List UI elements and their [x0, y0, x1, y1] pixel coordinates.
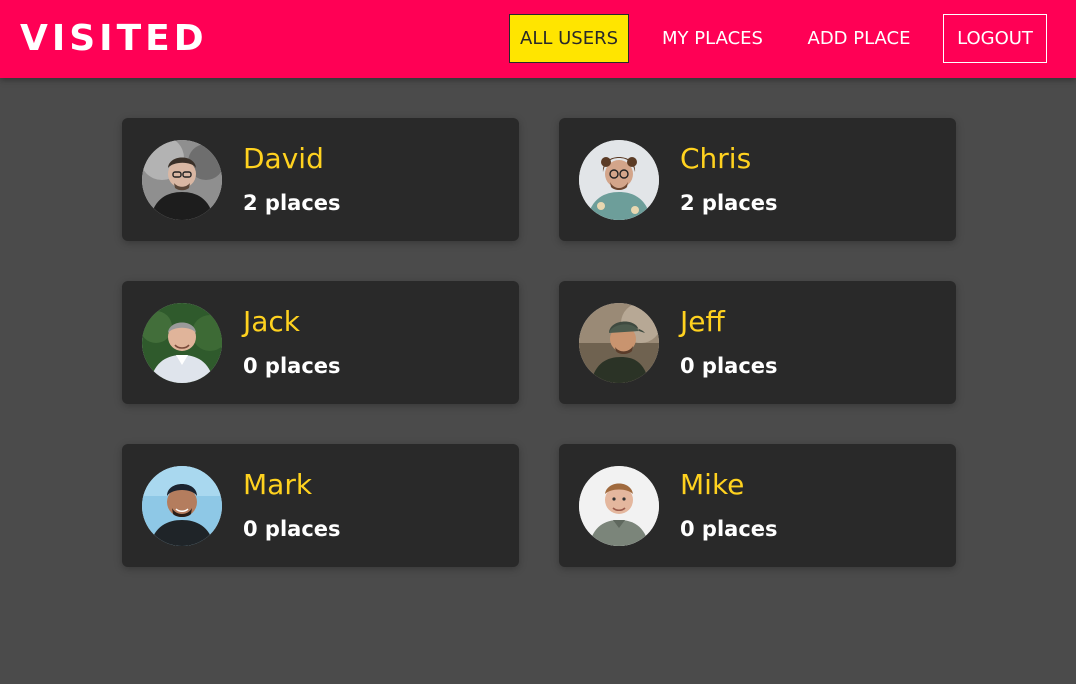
user-places-count: 0 places	[680, 354, 778, 378]
user-name: Jack	[243, 305, 301, 338]
user-avatar-image	[579, 303, 659, 383]
main-header: VISITED ALL USERS MY PLACES ADD PLACE LO…	[0, 0, 1076, 78]
user-avatar-image	[142, 140, 222, 220]
nav-add-place-link[interactable]: ADD PLACE	[797, 14, 921, 63]
user-card-jack[interactable]: Jack 0 places	[122, 281, 519, 404]
user-card-jeff[interactable]: Jeff 0 places	[559, 281, 956, 404]
user-places-count: 0 places	[243, 354, 341, 378]
user-places-count: 0 places	[680, 517, 778, 541]
user-name: Mike	[680, 468, 745, 501]
nav-all-users-link[interactable]: ALL USERS	[509, 14, 629, 63]
user-places-count: 2 places	[680, 191, 778, 215]
user-card-chris[interactable]: Chris 2 places	[559, 118, 956, 241]
user-avatar-image	[142, 466, 222, 546]
user-avatar-image	[579, 140, 659, 220]
user-places-count: 2 places	[243, 191, 341, 215]
user-name: David	[243, 142, 324, 175]
user-avatar	[142, 466, 222, 546]
user-card-mike[interactable]: Mike 0 places	[559, 444, 956, 567]
user-avatar	[579, 140, 659, 220]
user-card-david[interactable]: David 2 places	[122, 118, 519, 241]
nav-my-places-link[interactable]: MY PLACES	[652, 14, 773, 63]
logout-button[interactable]: LOGOUT	[943, 14, 1047, 63]
user-avatar	[579, 466, 659, 546]
user-avatar	[579, 303, 659, 383]
user-name: Chris	[680, 142, 752, 175]
user-avatar-image	[579, 466, 659, 546]
brand-logo[interactable]: VISITED	[20, 17, 208, 61]
user-name: Mark	[243, 468, 313, 501]
user-avatar	[142, 140, 222, 220]
user-avatar	[142, 303, 222, 383]
user-name: Jeff	[680, 305, 725, 338]
user-avatar-image	[142, 303, 222, 383]
user-places-count: 0 places	[243, 517, 341, 541]
user-card-mark[interactable]: Mark 0 places	[122, 444, 519, 567]
